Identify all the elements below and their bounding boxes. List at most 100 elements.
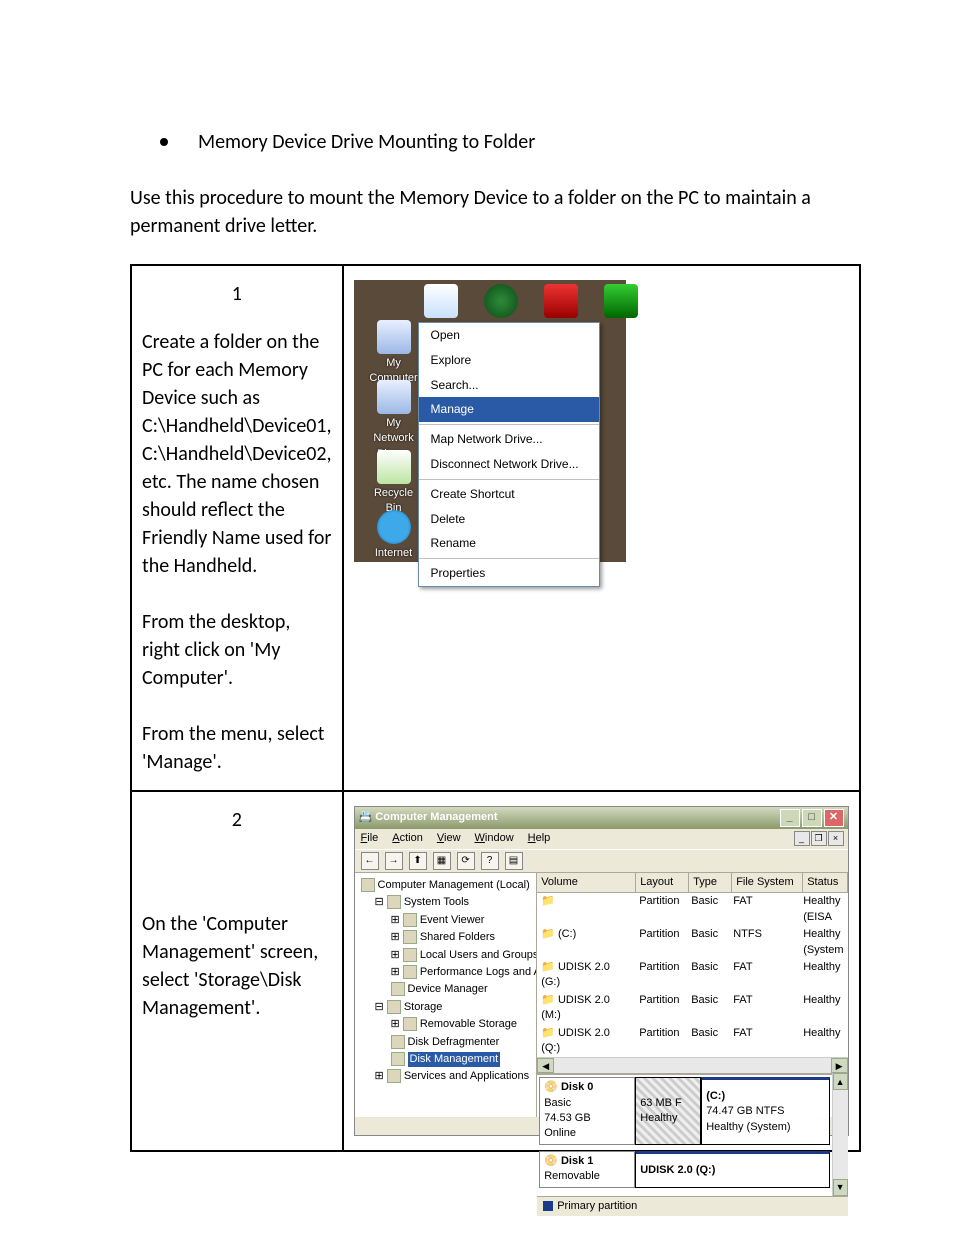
- v-scrollbar[interactable]: ▲ ▼: [832, 1073, 848, 1195]
- disk0-size: 74.53 GB: [544, 1111, 630, 1126]
- seg2-size: 74.47 GB NTFS: [706, 1104, 824, 1119]
- menu-file[interactable]: File: [361, 831, 379, 846]
- folder-icon: [403, 930, 417, 944]
- ctx-search[interactable]: Search...: [419, 373, 599, 398]
- desktop-top-icons: [424, 284, 638, 318]
- tree-shared-folders[interactable]: ⊞ Shared Folders: [357, 929, 535, 946]
- h-scrollbar[interactable]: ◀ ▶: [537, 1057, 847, 1073]
- disk0-info[interactable]: 📀 Disk 0 Basic 74.53 GB Online: [539, 1077, 635, 1145]
- tree-device-manager[interactable]: Device Manager: [357, 981, 535, 998]
- tools-icon: [387, 895, 401, 909]
- ctx-explore[interactable]: Explore: [419, 348, 599, 373]
- ctx-open[interactable]: Open: [419, 323, 599, 348]
- hdr-volume[interactable]: Volume: [537, 873, 636, 892]
- step2-number: 2: [142, 806, 332, 834]
- ctx-disconnect-drive[interactable]: Disconnect Network Drive...: [419, 452, 599, 477]
- bin-icon: [377, 450, 411, 484]
- step2-image-cell: 📇 Computer Management _ □ ✕ File Action …: [343, 791, 860, 1151]
- ctx-delete[interactable]: Delete: [419, 507, 599, 532]
- tree-perf-logs[interactable]: ⊞ Performance Logs and Alerts: [357, 964, 535, 981]
- scroll-left-icon[interactable]: ◀: [537, 1058, 554, 1073]
- tree-disk-management[interactable]: Disk Management: [357, 1051, 535, 1068]
- minimize-button[interactable]: _: [780, 809, 800, 827]
- tree-system-tools[interactable]: ⊟ System Tools: [357, 894, 535, 911]
- mdi-restore[interactable]: ❐: [811, 831, 827, 846]
- toolbar-btn[interactable]: ?: [481, 852, 499, 870]
- scroll-up-icon[interactable]: ▲: [833, 1073, 848, 1090]
- up-button[interactable]: ⬆: [409, 852, 427, 870]
- mdi-close[interactable]: ×: [828, 831, 844, 846]
- v-scroll-track[interactable]: [833, 1090, 848, 1178]
- bullet-dot-icon: [160, 138, 168, 146]
- ctx-properties[interactable]: Properties: [419, 561, 599, 586]
- vol-name: 📁 UDISK 2.0 (G:): [537, 959, 635, 992]
- volume-row[interactable]: 📁 PartitionBasicFATHealthy (EISA: [537, 893, 847, 926]
- menu-action[interactable]: Action: [392, 831, 423, 846]
- close-button[interactable]: ✕: [824, 809, 844, 827]
- ctx-rename[interactable]: Rename: [419, 531, 599, 556]
- volume-row[interactable]: 📁 UDISK 2.0 (Q:)PartitionBasicFATHealthy: [537, 1025, 847, 1058]
- volume-row[interactable]: 📁 (C:)PartitionBasicNTFSHealthy (System: [537, 926, 847, 959]
- removable-icon: [403, 1017, 417, 1031]
- pdf-icon: [544, 284, 578, 318]
- menu-view[interactable]: View: [437, 831, 461, 846]
- menu-window[interactable]: Window: [475, 831, 514, 846]
- vol-type: Basic: [687, 926, 729, 959]
- volume-row[interactable]: 📁 UDISK 2.0 (G:)PartitionBasicFATHealthy: [537, 959, 847, 992]
- my-computer-icon[interactable]: My Computer: [369, 320, 419, 387]
- disk0-bar: 63 MB F Healthy (C:) 74.47 GB NTFS Healt…: [635, 1077, 829, 1145]
- vol-type: Basic: [687, 992, 729, 1025]
- vol-type: Basic: [687, 893, 729, 926]
- tree-root[interactable]: Computer Management (Local): [357, 877, 535, 894]
- refresh-button[interactable]: ⟳: [457, 852, 475, 870]
- seg1-size: 63 MB F: [640, 1096, 696, 1111]
- toolbar-btn[interactable]: ▤: [505, 852, 523, 870]
- disk1-info[interactable]: 📀 Disk 1 Removable: [539, 1151, 635, 1188]
- tree-local-users[interactable]: ⊞ Local Users and Groups: [357, 947, 535, 964]
- tree-event-viewer[interactable]: ⊞ Event Viewer: [357, 912, 535, 929]
- step2-cell: 2 On the 'Computer Management' screen, s…: [131, 791, 343, 1151]
- tree-removable-storage[interactable]: ⊞ Removable Storage: [357, 1016, 535, 1033]
- scroll-right-icon[interactable]: ▶: [831, 1058, 848, 1073]
- globe-icon: [484, 284, 518, 318]
- tree-defragmenter[interactable]: Disk Defragmenter: [357, 1034, 535, 1051]
- window-buttons: _ □ ✕: [780, 809, 844, 827]
- monitor-icon: [377, 320, 411, 354]
- vol-layout: Partition: [635, 959, 687, 992]
- disk1-seg[interactable]: UDISK 2.0 (Q:): [635, 1151, 829, 1188]
- menu-help[interactable]: Help: [528, 831, 551, 846]
- storage-icon: [387, 1000, 401, 1014]
- hdr-fs[interactable]: File System: [732, 873, 803, 892]
- back-button[interactable]: ←: [361, 852, 379, 870]
- vol-layout: Partition: [635, 926, 687, 959]
- ctx-manage[interactable]: Manage: [419, 397, 599, 422]
- tree-services-apps[interactable]: ⊞ Services and Applications: [357, 1068, 535, 1085]
- vol-name: 📁 UDISK 2.0 (Q:): [537, 1025, 635, 1058]
- toolbar-btn[interactable]: ▦: [433, 852, 451, 870]
- forward-button[interactable]: →: [385, 852, 403, 870]
- disk0-seg2[interactable]: (C:) 74.47 GB NTFS Healthy (System): [701, 1077, 829, 1145]
- mdi-minimize[interactable]: _: [794, 831, 810, 846]
- recycle-bin-icon[interactable]: Recycle Bin: [369, 450, 419, 517]
- scroll-down-icon[interactable]: ▼: [833, 1179, 848, 1196]
- maximize-button[interactable]: □: [802, 809, 822, 827]
- ctx-map-drive[interactable]: Map Network Drive...: [419, 427, 599, 452]
- legend-label: Primary partition: [557, 1200, 637, 1212]
- hdr-layout[interactable]: Layout: [636, 873, 689, 892]
- step2-text: On the 'Computer Management' screen, sel…: [142, 910, 332, 1022]
- vol-type: Basic: [687, 959, 729, 992]
- hdr-status[interactable]: Status: [803, 873, 847, 892]
- disk0-seg1[interactable]: 63 MB F Healthy: [635, 1077, 701, 1145]
- seg2-status: Healthy (System): [706, 1120, 824, 1135]
- hdr-type[interactable]: Type: [689, 873, 732, 892]
- vol-fs: FAT: [729, 992, 799, 1025]
- window-title: 📇 Computer Management: [359, 810, 498, 825]
- vol-status: Healthy (EISA: [799, 893, 847, 926]
- vol-fs: FAT: [729, 893, 799, 926]
- tree-storage[interactable]: ⊟ Storage: [357, 999, 535, 1016]
- internet-icon[interactable]: Internet: [369, 510, 419, 561]
- ctx-create-shortcut[interactable]: Create Shortcut: [419, 482, 599, 507]
- volume-row[interactable]: 📁 UDISK 2.0 (M:)PartitionBasicFATHealthy: [537, 992, 847, 1025]
- context-menu: Open Explore Search... Manage Map Networ…: [418, 322, 600, 587]
- volume-header: Volume Layout Type File System Status: [537, 873, 847, 893]
